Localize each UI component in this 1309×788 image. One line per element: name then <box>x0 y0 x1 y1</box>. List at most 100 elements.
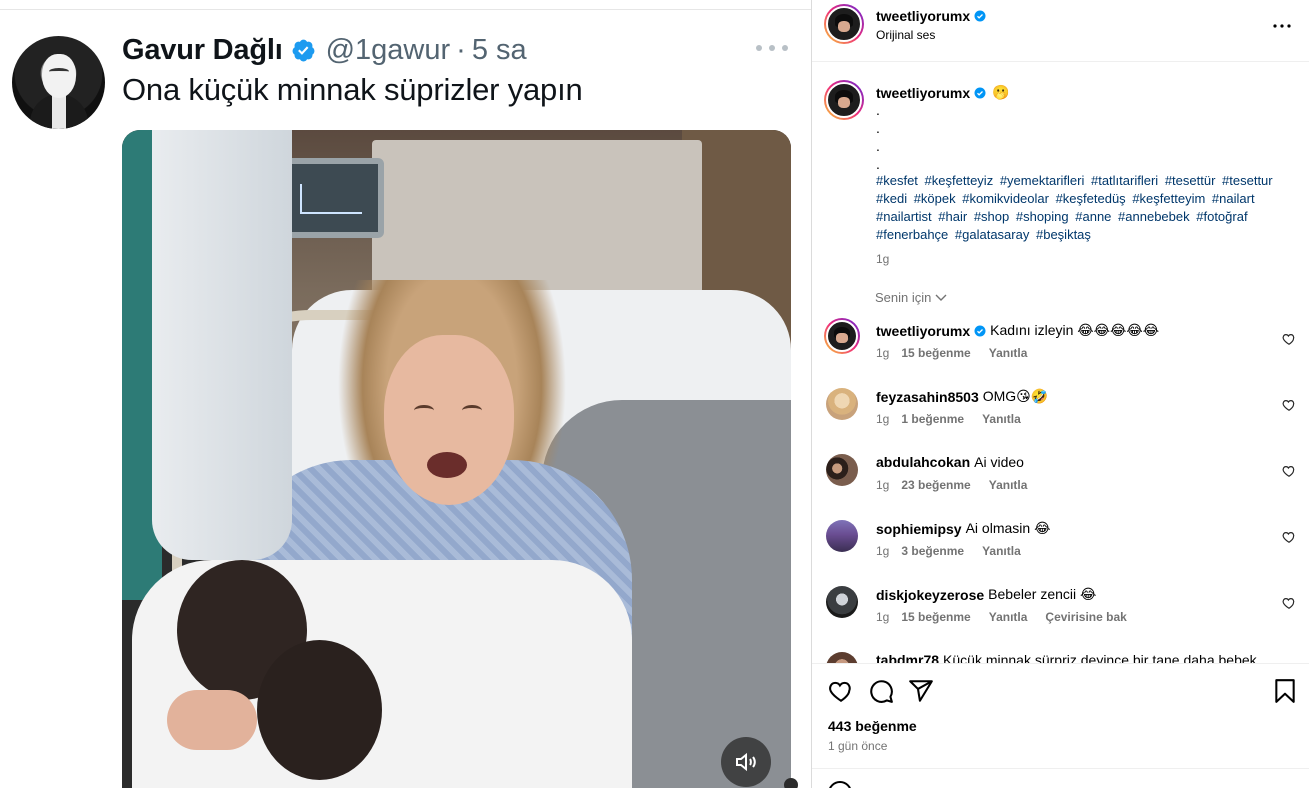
heart-icon[interactable] <box>1282 332 1296 346</box>
comment-text: Ai olmasin 😂 <box>965 520 1051 536</box>
hashtag-link[interactable]: #nailartist <box>876 209 932 224</box>
post-options-button[interactable] <box>1270 14 1294 38</box>
comment-avatar[interactable] <box>826 520 858 552</box>
comment-meta: 1g 15 beğenme Yanıtla Çevirisine bak <box>876 610 1145 624</box>
hashtag-link[interactable]: #tesettur <box>1222 173 1273 188</box>
hashtag-link[interactable]: #annebebek <box>1118 209 1190 224</box>
for-you-label[interactable]: Senin için <box>875 290 931 305</box>
comment-item: diskjokeyzerose Bebeler zencii 😂 1g 15 b… <box>812 580 1309 640</box>
reply-button[interactable]: Yanıtla <box>989 346 1028 360</box>
tweet-separator: · <box>456 33 466 66</box>
comment-item: tabdmr78 Küçük minnak sürpriz deyince bi… <box>812 646 1309 663</box>
comment-avatar[interactable] <box>826 454 858 486</box>
divider <box>0 9 811 10</box>
see-translation-button[interactable]: Çevirisine bak <box>1045 610 1126 624</box>
post-header: tweetliyorumx Orijinal ses <box>812 0 1309 62</box>
chevron-down-icon <box>935 294 947 301</box>
hashtag-link[interactable]: #nailart <box>1212 191 1255 206</box>
tweet-header: Gavur Dağlı @1gawur · 5 sa <box>122 32 527 68</box>
post-media[interactable]: Gavur Dağlı @1gawur · 5 sa Ona küçük min… <box>0 0 811 788</box>
hashtag-link[interactable]: #köpek <box>914 191 956 206</box>
hashtag-link[interactable]: #yemektarifleri <box>1000 173 1085 188</box>
verified-badge-icon <box>292 39 315 61</box>
video-frame[interactable] <box>122 130 791 788</box>
comment-item: tweetliyorumx Kadını izleyin 😂😂😂😂😂 1g 15… <box>812 316 1309 376</box>
caption-avatar[interactable] <box>824 80 864 120</box>
hashtag-link[interactable]: #tatlıtarifleri <box>1091 173 1158 188</box>
verified-badge-icon <box>974 10 986 22</box>
hashtag-link[interactable]: #anne <box>1075 209 1111 224</box>
more-options-icon <box>756 40 788 56</box>
mute-button[interactable] <box>721 737 771 787</box>
comment-likes[interactable]: 1 beğenme <box>901 412 964 426</box>
heart-icon[interactable] <box>1282 596 1296 610</box>
caption-author: tweetliyorumx 🫢 <box>876 84 1010 101</box>
reply-button[interactable]: Yanıtla <box>982 544 1021 558</box>
tweet-time: 5 sa <box>471 33 527 66</box>
comment-time: 1g <box>876 346 890 360</box>
more-options-icon <box>1273 24 1291 28</box>
comment-likes[interactable]: 23 beğenme <box>901 478 970 492</box>
comment-meta: 1g 23 beğenme Yanıtla <box>876 478 1045 492</box>
comment-username[interactable]: diskjokeyzerose <box>876 587 984 603</box>
comment-meta: 1g 1 beğenme Yanıtla <box>876 412 1039 426</box>
hashtag-link[interactable]: #keşfetedüş <box>1056 191 1126 206</box>
comment-icon[interactable] <box>868 678 894 704</box>
comment-likes[interactable]: 3 beğenme <box>901 544 964 558</box>
verified-badge-icon <box>974 325 986 336</box>
hashtag-link[interactable]: #galatasaray <box>955 227 1029 242</box>
share-icon[interactable] <box>908 678 934 704</box>
comment-time: 1g <box>876 610 890 624</box>
comment-username[interactable]: tabdmr78 <box>876 652 939 663</box>
comment-text: Bebeler zencii 😂 <box>988 586 1097 602</box>
comment-username[interactable]: tweetliyorumx <box>876 323 970 339</box>
heart-icon[interactable] <box>1282 530 1296 544</box>
comment-item: feyzasahin8503 OMG😘🤣 1g 1 beğenme Yanıtl… <box>812 382 1309 442</box>
hashtag-link[interactable]: #beşiktaş <box>1036 227 1091 242</box>
reply-button[interactable]: Yanıtla <box>989 478 1028 492</box>
audio-label[interactable]: Orijinal ses <box>876 28 935 42</box>
reply-button[interactable]: Yanıtla <box>989 610 1028 624</box>
hashtag-link[interactable]: #shoping <box>1016 209 1069 224</box>
hashtag-link[interactable]: #kesfet <box>876 173 918 188</box>
author-username[interactable]: tweetliyorumx <box>876 8 986 24</box>
comment-username[interactable]: feyzasahin8503 <box>876 389 979 405</box>
author-username-text[interactable]: tweetliyorumx <box>876 8 970 24</box>
hashtag-link[interactable]: #shop <box>974 209 1009 224</box>
hashtag-link[interactable]: #komikvideolar <box>962 191 1049 206</box>
hashtag-link[interactable]: #fotoğraf <box>1196 209 1247 224</box>
bookmark-icon[interactable] <box>1272 678 1298 704</box>
caption-username[interactable]: tweetliyorumx <box>876 85 970 101</box>
for-you-filter[interactable]: Senin için <box>875 290 947 305</box>
hashtag-link[interactable]: #hair <box>938 209 967 224</box>
hashtag-link[interactable]: #keşfetteyim <box>1132 191 1205 206</box>
post-side-panel: tweetliyorumx Orijinal ses tweetliyorumx… <box>811 0 1309 788</box>
comment-body: abdulahcokan Ai video <box>876 454 1024 470</box>
hashtag-link[interactable]: #tesettür <box>1165 173 1216 188</box>
hashtag-list: #kesfet #keşfetteyiz #yemektarifleri #ta… <box>876 172 1296 244</box>
author-avatar[interactable] <box>824 4 864 44</box>
like-count[interactable]: 443 beğenme <box>828 718 917 734</box>
comment-avatar[interactable] <box>826 586 858 618</box>
heart-icon[interactable] <box>828 678 854 704</box>
comment-avatar[interactable] <box>826 652 858 663</box>
comment-avatar[interactable] <box>826 388 858 420</box>
emoji-icon[interactable] <box>828 781 852 788</box>
caption-dot: . <box>876 102 880 118</box>
caption-emoji: 🫢 <box>992 84 1010 100</box>
comment-username[interactable]: abdulahcokan <box>876 454 970 470</box>
hashtag-link[interactable]: #keşfetteyiz <box>925 173 994 188</box>
comment-likes[interactable]: 15 beğenme <box>901 610 970 624</box>
comment-avatar[interactable] <box>824 318 860 354</box>
comment-likes[interactable]: 15 beğenme <box>901 346 970 360</box>
carousel-indicator <box>784 778 798 788</box>
heart-icon[interactable] <box>1282 398 1296 412</box>
comment-time: 1g <box>876 412 890 426</box>
comment-body: feyzasahin8503 OMG😘🤣 <box>876 388 1048 405</box>
comment-username[interactable]: sophiemipsy <box>876 521 962 537</box>
heart-icon[interactable] <box>1282 464 1296 478</box>
hashtag-link[interactable]: #kedi <box>876 191 907 206</box>
comment-body: tabdmr78 Küçük minnak sürpriz deyince bi… <box>876 652 1257 663</box>
reply-button[interactable]: Yanıtla <box>982 412 1021 426</box>
hashtag-link[interactable]: #fenerbahçe <box>876 227 948 242</box>
